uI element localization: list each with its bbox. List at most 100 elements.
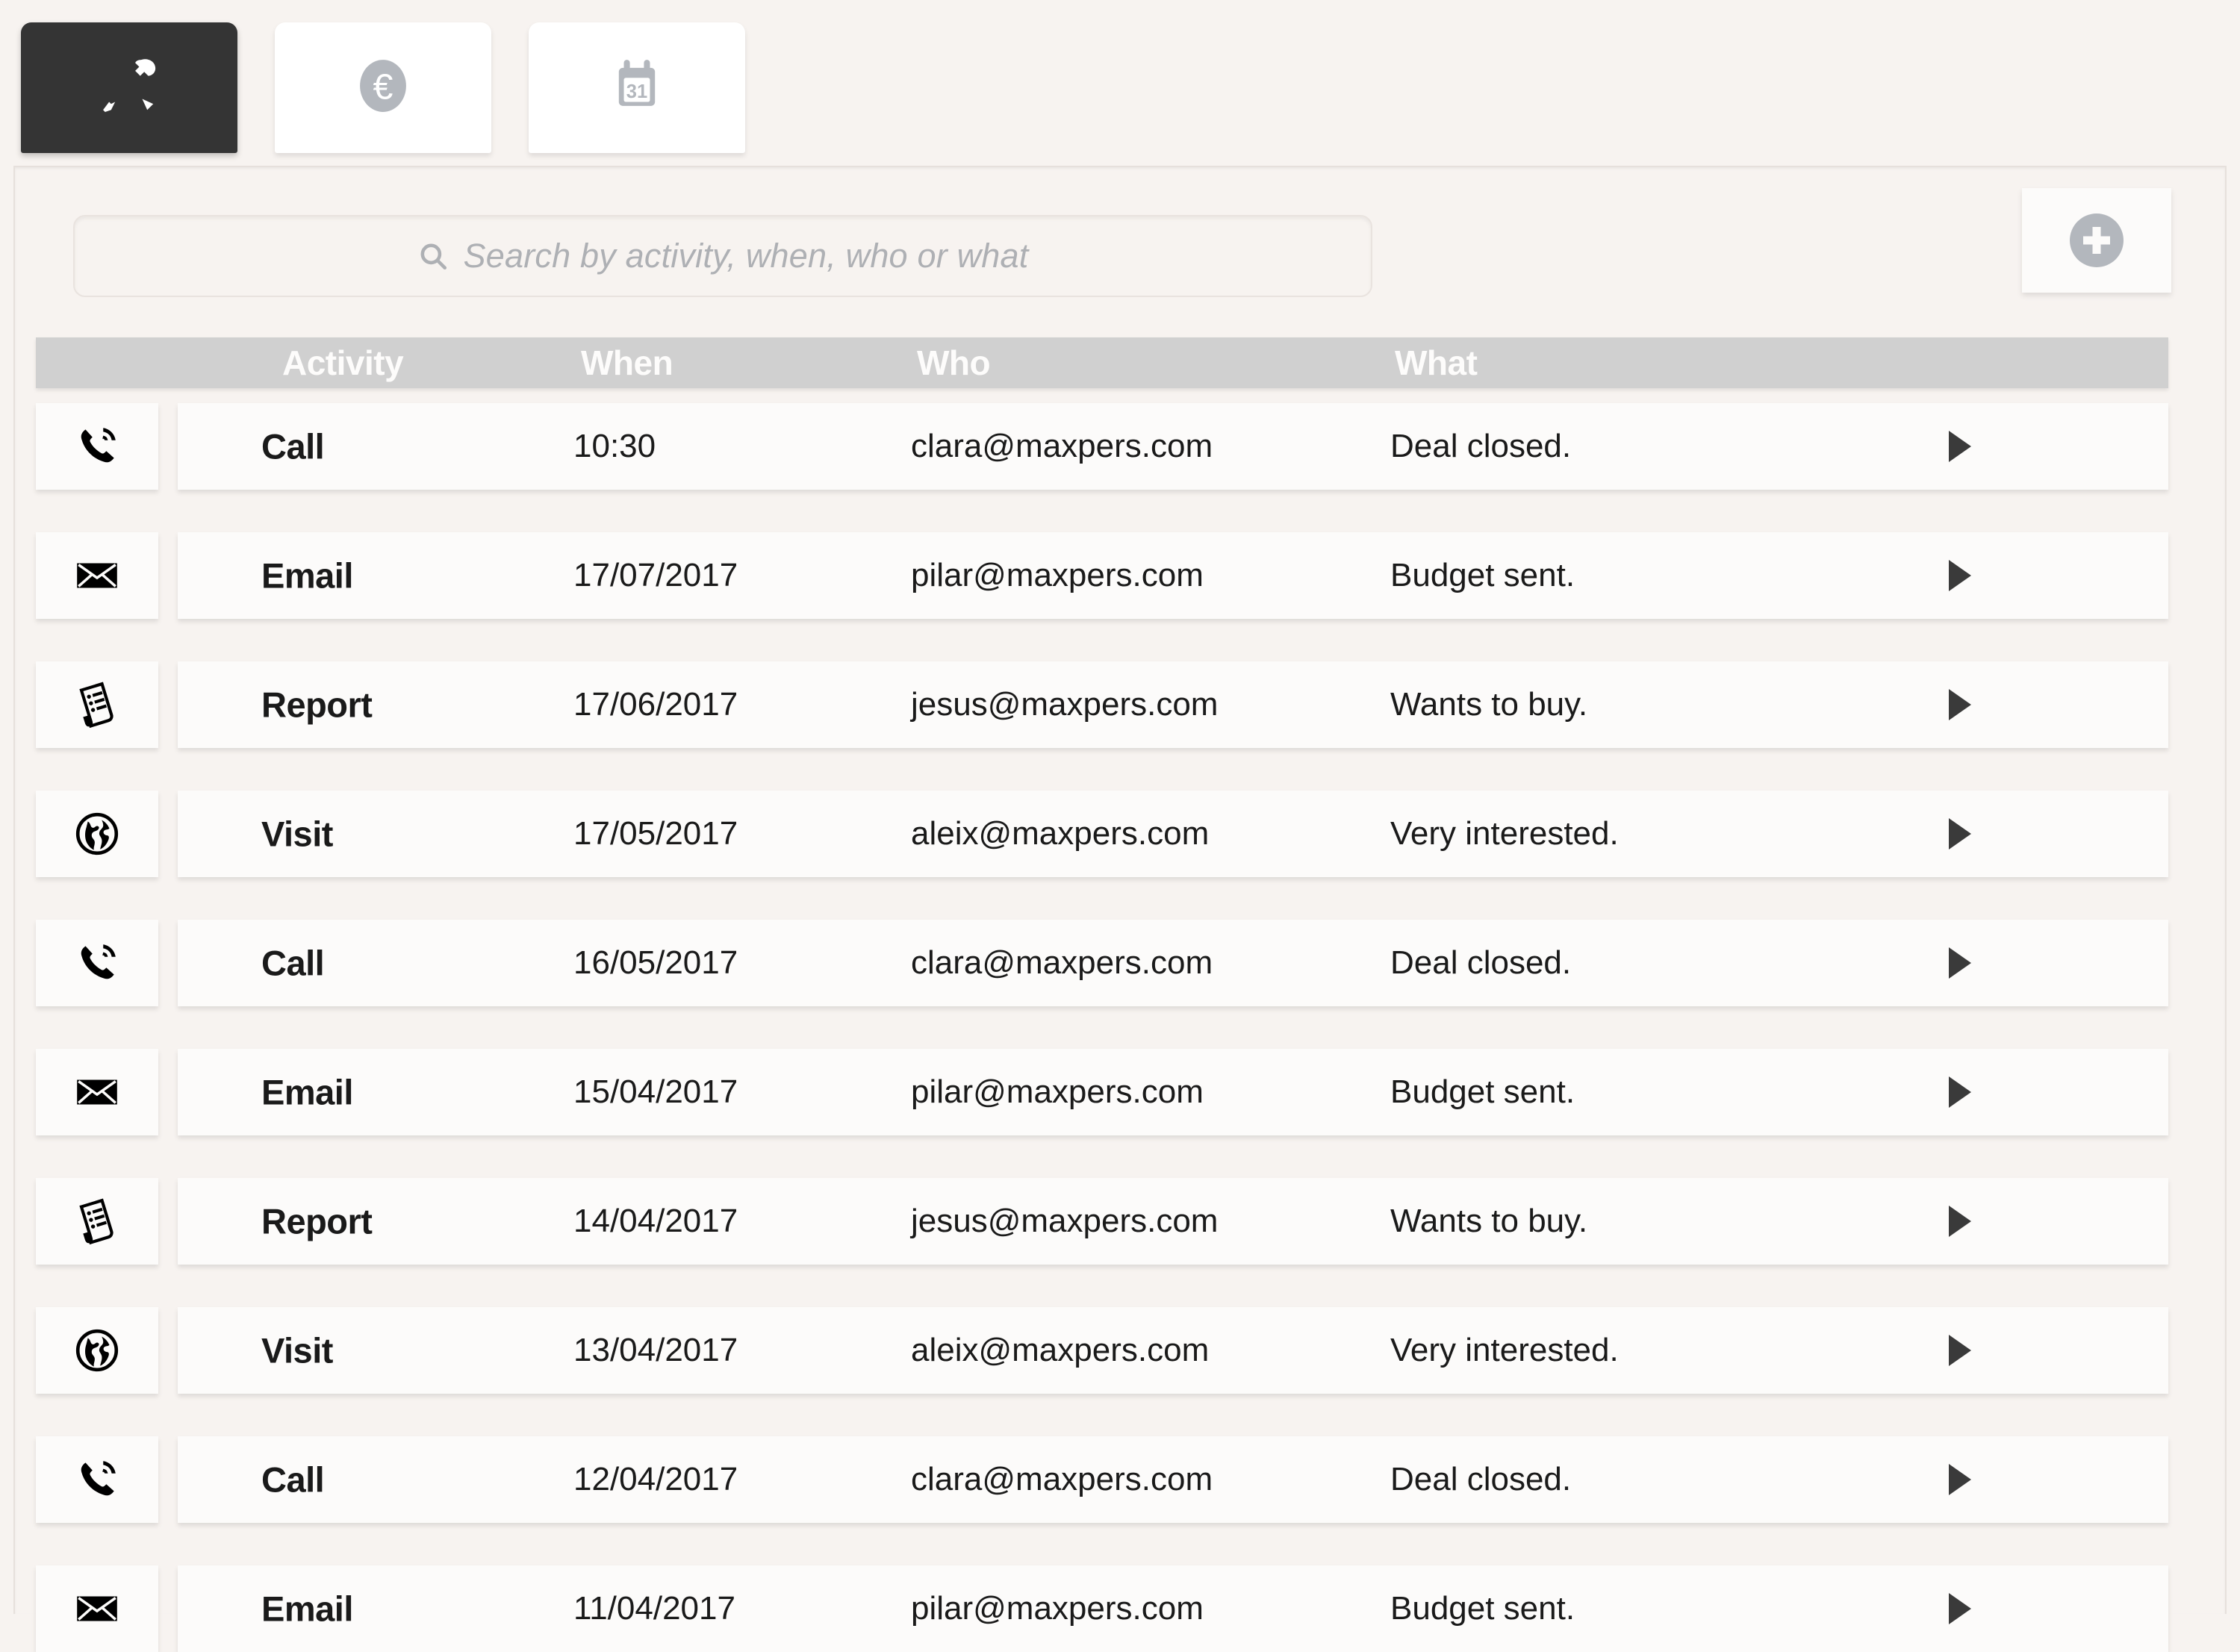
chevron-right-icon[interactable] [1949,1206,1971,1237]
cell-activity: Report [261,685,373,725]
cell-when: 13/04/2017 [573,1332,738,1368]
cell-activity: Visit [261,1330,333,1371]
cell-what: Deal closed. [1390,944,1572,981]
activity-row-card[interactable]: Visit 13/04/2017 aleix@maxpers.com Very … [178,1307,2168,1394]
chevron-right-icon[interactable] [1949,1076,1971,1108]
table-row[interactable]: Email 11/04/2017 pilar@maxpers.com Budge… [15,1565,2180,1652]
cell-who: aleix@maxpers.com [911,815,1210,852]
tab-money[interactable]: € [275,22,491,153]
table-row[interactable]: Call 10:30 clara@maxpers.com Deal closed… [15,403,2180,490]
cell-activity: Call [261,1459,325,1500]
cell-when: 17/07/2017 [573,557,738,593]
activity-row-card[interactable]: Call 16/05/2017 clara@maxpers.com Deal c… [178,920,2168,1006]
envelope-icon [72,551,122,600]
cell-activity: Email [261,555,353,596]
cell-what: Wants to buy. [1390,686,1588,723]
column-header-what[interactable]: What [1395,343,1478,383]
table-row[interactable]: Visit 17/05/2017 aleix@maxpers.com Very … [15,791,2180,877]
activity-row-card[interactable]: Report 17/06/2017 jesus@maxpers.com Want… [178,661,2168,748]
activity-icon-card[interactable] [36,791,158,877]
tools-icon [97,54,161,122]
svg-text:€: € [373,66,393,107]
tab-tools[interactable] [21,22,237,153]
table-row[interactable]: Call 12/04/2017 clara@maxpers.com Deal c… [15,1436,2180,1523]
toolbar: Search by activity, when, who or what [15,167,2225,309]
activity-icon-card[interactable] [36,1178,158,1265]
table-row[interactable]: Visit 13/04/2017 aleix@maxpers.com Very … [15,1307,2180,1394]
table-row[interactable]: Report 14/04/2017 jesus@maxpers.com Want… [15,1178,2180,1265]
chevron-right-icon[interactable] [1949,560,1971,591]
search-input[interactable]: Search by activity, when, who or what [73,215,1372,297]
cell-what: Budget sent. [1390,1073,1575,1110]
cell-activity: Call [261,943,325,983]
cell-what: Deal closed. [1390,1461,1572,1497]
cell-when: 14/04/2017 [573,1203,738,1239]
cell-activity: Visit [261,814,333,854]
envelope-icon [72,1584,122,1633]
chevron-right-icon[interactable] [1949,947,1971,979]
activity-icon-card[interactable] [36,1307,158,1394]
cell-activity: Email [261,1072,353,1112]
chevron-right-icon[interactable] [1949,818,1971,850]
activity-icon-card[interactable] [36,920,158,1006]
column-header-when[interactable]: When [581,343,673,383]
cell-when: 10:30 [573,428,656,464]
activity-row-card[interactable]: Call 10:30 clara@maxpers.com Deal closed… [178,403,2168,490]
activity-icon-card[interactable] [36,1049,158,1135]
cell-who: clara@maxpers.com [911,944,1213,981]
cell-who: pilar@maxpers.com [911,557,1204,593]
envelope-icon [72,1067,122,1117]
phone-icon [72,1455,122,1504]
chevron-right-icon[interactable] [1949,689,1971,720]
activity-row-card[interactable]: Email 17/07/2017 pilar@maxpers.com Budge… [178,532,2168,619]
activity-icon-card[interactable] [36,1436,158,1523]
activity-row-card[interactable]: Visit 17/05/2017 aleix@maxpers.com Very … [178,791,2168,877]
tab-calendar[interactable]: 31 [529,22,745,153]
activity-row-card[interactable]: Report 14/04/2017 jesus@maxpers.com Want… [178,1178,2168,1265]
chevron-right-icon[interactable] [1949,1464,1971,1495]
table-row[interactable]: Email 15/04/2017 pilar@maxpers.com Budge… [15,1049,2180,1135]
globe-icon [72,809,122,858]
chevron-right-icon[interactable] [1949,431,1971,462]
cell-what: Very interested. [1390,815,1619,852]
search-icon [417,240,449,272]
calendar-icon: 31 [605,54,669,122]
cell-who: pilar@maxpers.com [911,1073,1204,1110]
cell-activity: Email [261,1589,353,1629]
calendar-day-label: 31 [626,81,647,102]
cell-what: Budget sent. [1390,1590,1575,1627]
activity-icon-card[interactable] [36,1565,158,1652]
chevron-right-icon[interactable] [1949,1335,1971,1366]
table-row[interactable]: Report 17/06/2017 jesus@maxpers.com Want… [15,661,2180,748]
table-row[interactable]: Call 16/05/2017 clara@maxpers.com Deal c… [15,920,2180,1006]
activity-icon-card[interactable] [36,403,158,490]
activity-row-card[interactable]: Call 12/04/2017 clara@maxpers.com Deal c… [178,1436,2168,1523]
phone-icon [72,422,122,471]
report-icon [72,1197,122,1246]
cell-activity: Call [261,426,325,467]
activity-row-card[interactable]: Email 11/04/2017 pilar@maxpers.com Budge… [178,1565,2168,1652]
plus-icon [2070,213,2124,267]
table-row[interactable]: Email 17/07/2017 pilar@maxpers.com Budge… [15,532,2180,619]
cell-what: Budget sent. [1390,557,1575,593]
cell-when: 15/04/2017 [573,1073,738,1110]
cell-who: clara@maxpers.com [911,428,1213,464]
tab-bar: € 31 [0,0,2240,166]
cell-who: aleix@maxpers.com [911,1332,1210,1368]
cell-when: 16/05/2017 [573,944,738,981]
activity-icon-card[interactable] [36,532,158,619]
cell-who: pilar@maxpers.com [911,1590,1204,1627]
euro-icon: € [351,54,415,122]
cell-activity: Report [261,1201,373,1241]
cell-who: jesus@maxpers.com [911,686,1219,723]
add-activity-button[interactable] [2022,188,2171,293]
table-header: Activity When Who What [36,337,2168,388]
cell-who: clara@maxpers.com [911,1461,1213,1497]
column-header-activity[interactable]: Activity [282,343,404,383]
column-header-who[interactable]: Who [917,343,991,383]
cell-when: 17/05/2017 [573,815,738,852]
activity-icon-card[interactable] [36,661,158,748]
phone-icon [72,938,122,988]
activity-row-card[interactable]: Email 15/04/2017 pilar@maxpers.com Budge… [178,1049,2168,1135]
chevron-right-icon[interactable] [1949,1593,1971,1624]
